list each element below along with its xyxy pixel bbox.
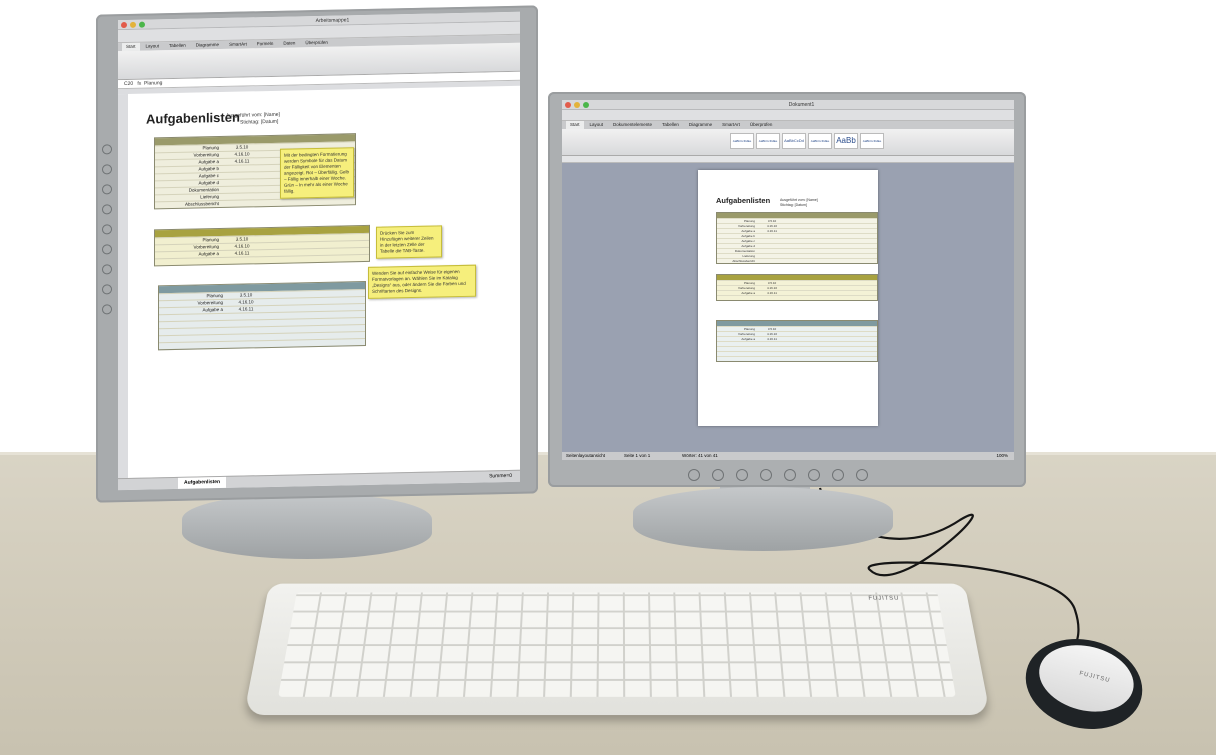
task-table-3[interactable]: Planung 3.5.10 Vorbereitung 4.16.10 Aufgab… (158, 280, 366, 351)
status-section: Seite 1 von 1 (624, 453, 651, 458)
keyboard-keys[interactable] (278, 592, 956, 697)
tab-layout[interactable]: Layout (142, 42, 164, 50)
status-words: Wörter: 41 von 41 (682, 453, 718, 458)
note-add-rows: Drücken Sie zum Hinzufügen weiterer Zeil… (376, 225, 442, 259)
style-heading1[interactable]: AaBbCcDd (782, 133, 806, 149)
table-row (717, 356, 877, 361)
word-ribbon-tabs: Start Layout Dokumentelemente Tabellen D… (562, 121, 1014, 129)
doc-table-3[interactable]: Planung 3.5.10 Vorbereitung 4.16.10 Aufgab… (716, 320, 878, 362)
right-monitor-stand (633, 487, 893, 551)
keyboard-brand: FUJITSU (868, 596, 900, 602)
worksheet[interactable]: Aufgabenlisten Ausgeführt vom: [Name] St… (118, 85, 520, 480)
name-box[interactable]: C20 (124, 81, 133, 87)
tab-start[interactable]: Start (566, 121, 584, 129)
sheet-meta: Ausgeführt vom: [Name] Stichtag: [Datum] (226, 111, 280, 126)
tab-formulas[interactable]: Formeln (253, 40, 278, 49)
excel-window: Arbeitsmappe1 Start Layout Tabellen Diag… (118, 11, 520, 491)
word-titlebar: Dokument1 (562, 100, 1014, 110)
tab-review[interactable]: Überprüfen (301, 39, 332, 48)
status-zoom[interactable]: 100% (996, 452, 1008, 460)
tab-start[interactable]: Start (122, 42, 140, 52)
tab-review[interactable]: Überprüfen (746, 121, 777, 129)
tab-tables[interactable]: Tabellen (658, 121, 683, 129)
word-ribbon[interactable]: AaBbCcDdEe AaBbCcDdEe AaBbCcDd AaBbCcDdE… (562, 129, 1014, 156)
keyboard[interactable]: FUJITSU (243, 583, 991, 716)
word-toolbar[interactable] (562, 110, 1014, 121)
right-monitor: Dokument1 Start Layout Dokumentelemente … (548, 92, 1026, 487)
style-heading2[interactable]: AaBbCcDdEe (808, 133, 832, 149)
table-row: Abschlussbericht (717, 258, 877, 263)
row-headers[interactable] (118, 93, 128, 480)
tab-charts[interactable]: Diagramme (685, 121, 716, 129)
tab-doc-elements[interactable]: Dokumentelemente (609, 121, 656, 129)
left-monitor-buttons[interactable] (100, 134, 114, 384)
formula-value[interactable]: Planung (144, 80, 162, 86)
document-page[interactable]: Aufgabenlisten Ausgeführt vom: [Name] St… (698, 170, 878, 426)
style-normal[interactable]: AaBbCcDdEe (730, 133, 754, 149)
window-title: Dokument1 (788, 101, 815, 108)
tab-layout[interactable]: Layout (586, 121, 608, 129)
tab-smartart[interactable]: SmartArt (718, 121, 744, 129)
close-icon[interactable] (565, 101, 571, 108)
close-icon[interactable] (121, 21, 127, 28)
doc-meta: Ausgeführt vom: [Name] Stichtag: [Datum] (780, 198, 818, 207)
right-monitor-buttons[interactable] (688, 469, 868, 481)
style-no-spacing[interactable]: AaBbCcDdEe (756, 133, 780, 149)
doc-table-2[interactable]: Planung 3.5.10 Vorbereitung 4.16.10 Aufgab… (716, 274, 878, 301)
doc-title: Aufgabenlisten (716, 196, 771, 205)
minimize-icon[interactable] (130, 21, 136, 28)
status-view[interactable]: Seitenlayoutansicht (562, 453, 605, 458)
minimize-icon[interactable] (574, 101, 580, 108)
tab-data[interactable]: Daten (279, 39, 299, 47)
mouse-brand: FUJITSU (1078, 670, 1111, 685)
left-monitor-stand (182, 493, 432, 559)
table-row (717, 295, 877, 300)
sheet-tab-active[interactable]: Aufgabenlisten (178, 476, 227, 489)
task-table-2[interactable]: Planung 3.5.10 Vorbereitung 4.16.10 Aufgab… (154, 224, 370, 267)
note-designs: Wenden Sie auf einfache Weise für eigene… (368, 264, 476, 299)
tab-tables[interactable]: Tabellen (165, 42, 190, 51)
word-window: Dokument1 Start Layout Dokumentelemente … (562, 100, 1014, 460)
note-conditional-format: Mit der bedingten Formatierung werden Sy… (280, 147, 354, 199)
doc-table-1[interactable]: Planung 3.5.10 Vorbereitung 4.16.10 Aufgab… (716, 212, 878, 264)
status-sum: Summe=0 (489, 472, 512, 480)
style-subtitle[interactable]: AaBbCcDdEe (860, 133, 884, 149)
left-monitor: Arbeitsmappe1 Start Layout Tabellen Diag… (96, 5, 538, 503)
tab-charts[interactable]: Diagramme (192, 41, 223, 50)
ruler[interactable] (562, 156, 1014, 163)
word-statusbar: Seitenlayoutansicht Seite 1 von 1 Wörter… (562, 452, 1014, 460)
style-title[interactable]: AaBb (834, 133, 858, 149)
tab-smartart[interactable]: SmartArt (225, 40, 251, 49)
